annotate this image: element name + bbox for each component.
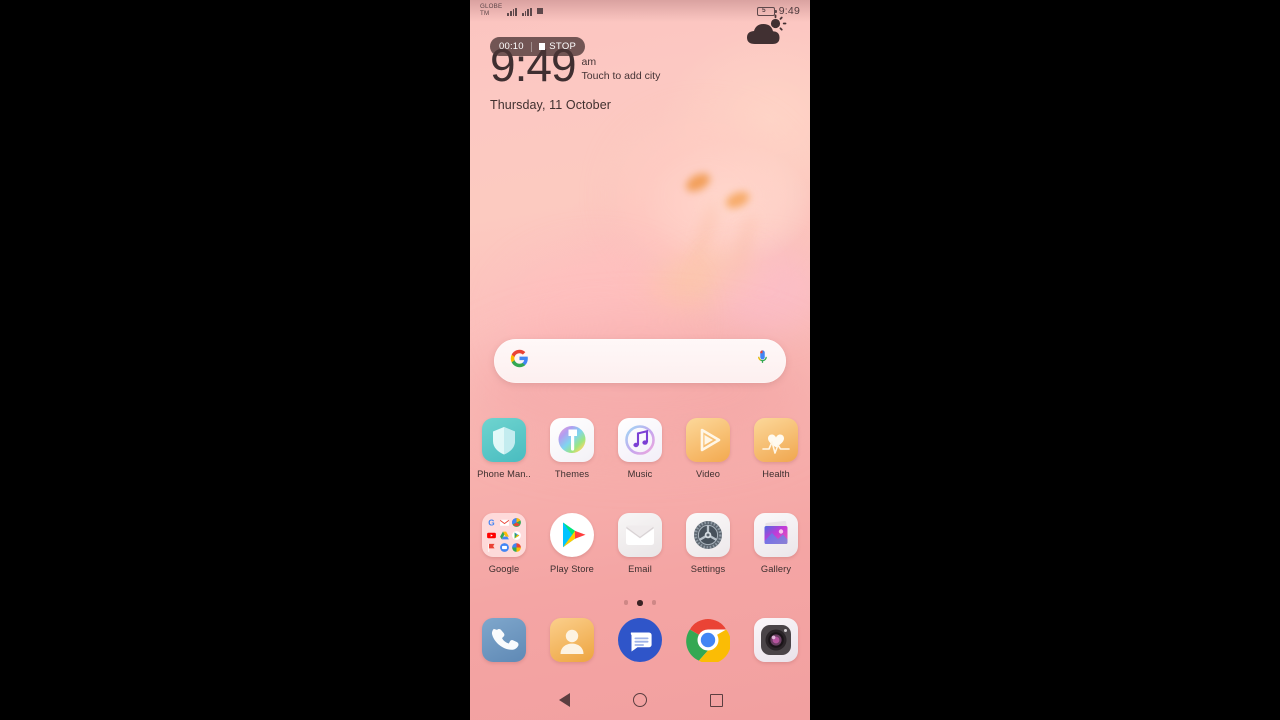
app-play-store[interactable]: Play Store: [538, 513, 606, 574]
google-g-icon: [510, 349, 529, 373]
wallpaper-blob: [723, 188, 752, 212]
app-google-folder[interactable]: G Google: [470, 513, 538, 574]
health-icon: [754, 418, 798, 462]
dock-camera[interactable]: [742, 618, 810, 662]
app-label: Themes: [554, 469, 590, 479]
dock: [470, 618, 810, 662]
app-video[interactable]: Video: [674, 418, 742, 479]
wallpaper-blob: [641, 243, 769, 317]
signal-bars-icon: [522, 7, 532, 16]
wallpaper-blob: [710, 250, 810, 335]
app-label: Phone Man..: [477, 469, 531, 479]
app-health[interactable]: Health: [742, 418, 810, 479]
screenshot-stage: GLOBE TM 5 9:49 9:49 am Touch to add cit…: [0, 0, 1280, 720]
app-email[interactable]: Email: [606, 513, 674, 574]
play-store-icon: [550, 513, 594, 557]
app-row-1: Phone Man.. Themes Music Video Health: [470, 418, 810, 479]
recording-elapsed: 00:10: [499, 41, 524, 52]
microphone-icon[interactable]: [755, 349, 770, 373]
video-icon: [686, 418, 730, 462]
home-circle-icon[interactable]: [627, 687, 653, 713]
app-label: Music: [627, 469, 653, 479]
app-label: Google: [488, 564, 520, 574]
dock-messages[interactable]: [606, 618, 674, 662]
contacts-icon: [550, 618, 594, 662]
app-label: Email: [628, 564, 652, 574]
dock-chrome[interactable]: [674, 618, 742, 662]
themes-icon: [550, 418, 594, 462]
stop-square-icon: [538, 43, 546, 50]
dock-phone[interactable]: [470, 618, 538, 662]
wallpaper-blob: [689, 200, 721, 268]
signal-bars-icon: [507, 7, 518, 16]
page-dot[interactable]: [651, 600, 657, 605]
stop-label: STOP: [549, 41, 577, 52]
page-dot[interactable]: [623, 600, 629, 605]
battery-icon: 5: [756, 6, 777, 16]
app-label: Health: [762, 469, 790, 479]
phone-dialer-icon: [482, 618, 526, 662]
status-bar-clock: 9:49: [778, 5, 800, 17]
gallery-icon: [754, 513, 798, 557]
google-search-bar[interactable]: [494, 339, 786, 383]
wallpaper-blob: [620, 120, 790, 270]
app-gallery[interactable]: Gallery: [742, 513, 810, 574]
email-icon: [618, 513, 662, 557]
screen-recording-pill[interactable]: 00:10 STOP: [490, 37, 586, 56]
recording-square-icon: [536, 7, 544, 15]
app-settings[interactable]: Settings: [674, 513, 742, 574]
settings-gear-icon: [686, 513, 730, 557]
status-bar-left: GLOBE TM: [480, 3, 544, 17]
navigation-bar: [470, 680, 810, 720]
page-dot-active[interactable]: [637, 600, 643, 606]
app-label: Video: [695, 469, 721, 479]
pill-divider: [530, 41, 532, 52]
status-bar: GLOBE TM 5 9:49: [470, 0, 810, 22]
clock-date: Thursday, 11 October: [490, 98, 612, 112]
status-bar-right: 5 9:49: [756, 5, 800, 17]
phone-manager-icon: [482, 418, 526, 462]
add-city-hint[interactable]: Touch to add city: [582, 69, 661, 83]
wallpaper-blob: [728, 211, 758, 293]
stop-recording-button[interactable]: STOP: [538, 41, 577, 52]
phone-screen: GLOBE TM 5 9:49 9:49 am Touch to add cit…: [470, 0, 810, 720]
camera-icon: [754, 618, 798, 662]
app-label: Settings: [690, 564, 726, 574]
wallpaper-blob: [683, 169, 713, 196]
clock-meridiem: am: [581, 56, 597, 68]
app-label: Gallery: [760, 564, 792, 574]
app-music[interactable]: Music: [606, 418, 674, 479]
google-folder-icon: G: [482, 513, 526, 557]
chrome-icon: [686, 618, 730, 662]
app-themes[interactable]: Themes: [538, 418, 606, 479]
search-input[interactable]: [529, 339, 755, 383]
app-phone-manager[interactable]: Phone Man..: [470, 418, 538, 479]
music-icon: [618, 418, 662, 462]
dock-contacts[interactable]: [538, 618, 606, 662]
recents-square-icon[interactable]: [703, 687, 729, 713]
carrier-name: GLOBE TM: [480, 3, 503, 17]
app-row-2: G Google Play Store Email Settings Galle…: [470, 513, 810, 574]
clock-side: am Touch to add city: [582, 56, 661, 83]
page-indicator: [470, 600, 810, 606]
messages-icon: [618, 618, 662, 662]
back-triangle-icon[interactable]: [551, 687, 577, 713]
app-label: Play Store: [550, 564, 594, 574]
svg-text:G: G: [488, 518, 494, 527]
